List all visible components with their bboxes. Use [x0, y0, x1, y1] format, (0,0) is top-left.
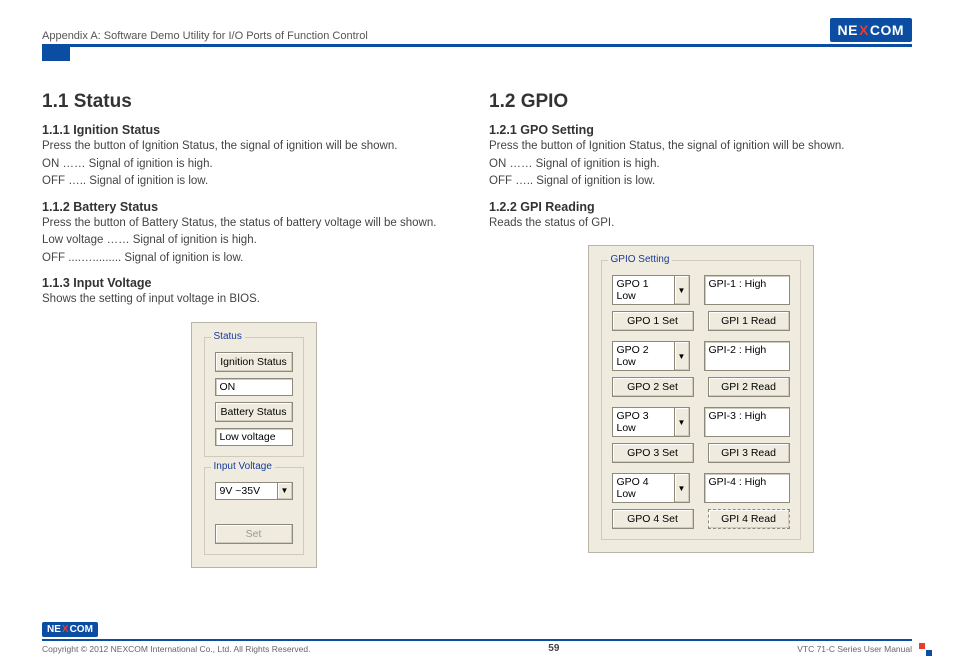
text-bat-1: Press the button of Battery Status, the …: [42, 216, 465, 232]
text-gpo-1: Press the button of Ignition Status, the…: [489, 139, 912, 155]
ignition-status-button[interactable]: Ignition Status: [215, 352, 293, 372]
gpi4-value: GPI-4 : High: [704, 473, 790, 503]
gpo2-select-value: GPO 2 Low: [613, 342, 674, 370]
logo-part-com: COM: [70, 624, 93, 635]
chevron-down-icon: ▼: [674, 408, 689, 436]
gpo4-select[interactable]: GPO 4 Low▼: [612, 473, 690, 503]
logo-nexcom: NEXCOM: [830, 18, 912, 42]
battery-status-button[interactable]: Battery Status: [215, 402, 293, 422]
heading-battery-status: 1.1.2 Battery Status: [42, 200, 465, 214]
gpo1-select-value: GPO 1 Low: [613, 276, 674, 304]
gpo4-select-value: GPO 4 Low: [613, 474, 674, 502]
gpo3-select[interactable]: GPO 3 Low▼: [612, 407, 690, 437]
gpo2-set-button[interactable]: GPO 2 Set: [612, 377, 694, 397]
appendix-title: Appendix A: Software Demo Utility for I/…: [42, 30, 368, 42]
fieldset-input-voltage: Input Voltage 9V ~35V ▼ Set: [204, 467, 304, 555]
corner-decoration-icon: [919, 643, 932, 656]
gpo3-select-value: GPO 3 Low: [613, 408, 674, 436]
fieldset-status: Status Ignition Status ON Battery Status…: [204, 337, 304, 457]
gpo2-select[interactable]: GPO 2 Low▼: [612, 341, 690, 371]
gpo1-select[interactable]: GPO 1 Low▼: [612, 275, 690, 305]
manual-name: VTC 71-C Series User Manual: [797, 644, 912, 654]
text-gpo-3: OFF ….. Signal of ignition is low.: [489, 174, 912, 190]
text-ign-2: ON …… Signal of ignition is high.: [42, 157, 465, 173]
status-panel: Status Ignition Status ON Battery Status…: [191, 322, 317, 568]
gpi1-read-button[interactable]: GPI 1 Read: [708, 311, 790, 331]
column-gpio: 1.2 GPIO 1.2.1 GPO Setting Press the but…: [489, 91, 912, 568]
column-status: 1.1 Status 1.1.1 Ignition Status Press t…: [42, 91, 465, 568]
text-gpo-2: ON …… Signal of ignition is high.: [489, 157, 912, 173]
logo-part-ne: NE: [838, 22, 858, 38]
gpio-panel: GPIO Setting GPO 1 Low▼ GPI-1 : High GPO…: [588, 245, 814, 553]
chevron-down-icon: ▼: [674, 474, 689, 502]
text-bat-2: Low voltage …… Signal of ignition is hig…: [42, 233, 465, 249]
fieldset-gpio: GPIO Setting GPO 1 Low▼ GPI-1 : High GPO…: [601, 260, 801, 540]
footer-logo: NEXCOM: [42, 622, 98, 637]
logo-x-icon: X: [859, 22, 869, 38]
text-iv-1: Shows the setting of input voltage in BI…: [42, 292, 465, 308]
page-number: 59: [548, 643, 559, 654]
chevron-down-icon: ▼: [674, 342, 689, 370]
fieldset-gpio-legend: GPIO Setting: [608, 254, 673, 265]
footer: NEXCOM Copyright © 2012 NEXCOM Internati…: [42, 619, 912, 654]
input-voltage-value: 9V ~35V: [216, 483, 277, 499]
logo-part-ne: NE: [47, 624, 61, 635]
battery-status-value: Low voltage: [215, 428, 293, 446]
heading-ignition-status: 1.1.1 Ignition Status: [42, 123, 465, 137]
gpi2-read-button[interactable]: GPI 2 Read: [708, 377, 790, 397]
chevron-down-icon: ▼: [674, 276, 689, 304]
input-voltage-select[interactable]: 9V ~35V ▼: [215, 482, 293, 500]
fieldset-iv-legend: Input Voltage: [211, 461, 275, 472]
text-ign-3: OFF ….. Signal of ignition is low.: [42, 174, 465, 190]
logo-x-icon: X: [62, 624, 69, 635]
text-bat-3: OFF ....…......... Signal of ignition is…: [42, 251, 465, 267]
gpi1-value: GPI-1 : High: [704, 275, 790, 305]
gpo3-set-button[interactable]: GPO 3 Set: [612, 443, 694, 463]
header-tab: [42, 47, 70, 61]
text-ign-1: Press the button of Ignition Status, the…: [42, 139, 465, 155]
heading-input-voltage: 1.1.3 Input Voltage: [42, 276, 465, 290]
text-gpi-1: Reads the status of GPI.: [489, 216, 912, 232]
heading-gpi-reading: 1.2.2 GPI Reading: [489, 200, 912, 214]
gpo4-set-button[interactable]: GPO 4 Set: [612, 509, 694, 529]
gpi4-read-button[interactable]: GPI 4 Read: [708, 509, 790, 529]
gpo1-set-button[interactable]: GPO 1 Set: [612, 311, 694, 331]
gpi3-value: GPI-3 : High: [704, 407, 790, 437]
header-rule: [42, 44, 912, 47]
gpi3-read-button[interactable]: GPI 3 Read: [708, 443, 790, 463]
input-voltage-set-button: Set: [215, 524, 293, 544]
copyright: Copyright © 2012 NEXCOM International Co…: [42, 644, 310, 654]
heading-gpo-setting: 1.2.1 GPO Setting: [489, 123, 912, 137]
fieldset-status-legend: Status: [211, 331, 245, 342]
gpi2-value: GPI-2 : High: [704, 341, 790, 371]
ignition-status-value: ON: [215, 378, 293, 396]
logo-part-com: COM: [870, 22, 904, 38]
chevron-down-icon: ▼: [277, 483, 292, 499]
heading-gpio: 1.2 GPIO: [489, 91, 912, 113]
heading-status: 1.1 Status: [42, 91, 465, 113]
